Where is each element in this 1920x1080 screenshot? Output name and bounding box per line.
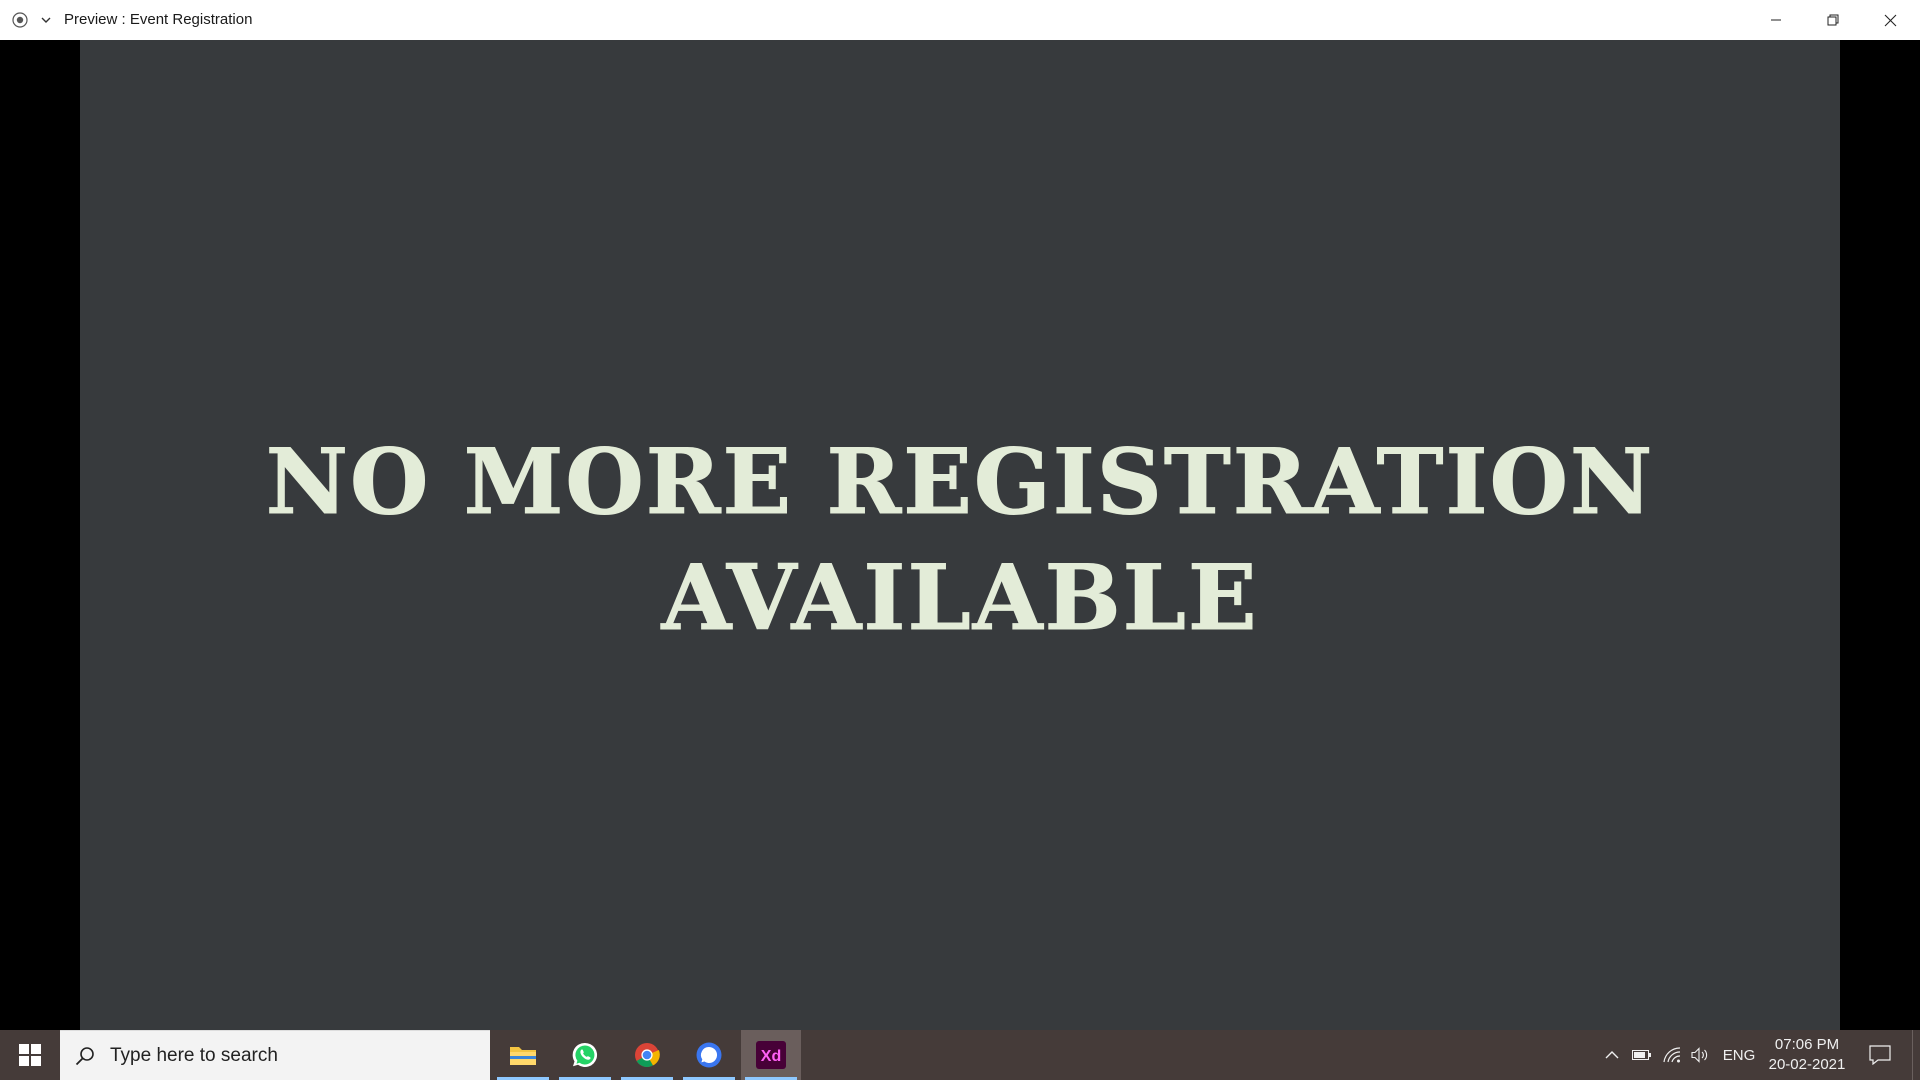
chevron-down-icon[interactable]: [38, 11, 54, 29]
battery-icon: [1632, 1050, 1651, 1060]
search-icon: [74, 1045, 96, 1067]
chrome-icon: [635, 1043, 660, 1068]
wifi-icon: [1663, 1047, 1681, 1063]
svg-text:Xd: Xd: [761, 1048, 781, 1065]
artboard: NO MORE REGISTRATION AVAILABLE: [80, 40, 1840, 1030]
restore-icon: [1827, 14, 1839, 26]
battery-status[interactable]: [1628, 1030, 1656, 1080]
show-hidden-icons-button[interactable]: [1598, 1030, 1626, 1080]
taskbar-adobe-xd[interactable]: Xd: [741, 1030, 801, 1080]
taskbar-search-box[interactable]: Type here to search: [60, 1030, 490, 1080]
preview-viewport: NO MORE REGISTRATION AVAILABLE: [0, 40, 1920, 1030]
show-desktop-button[interactable]: [1912, 1030, 1920, 1080]
registration-closed-message: NO MORE REGISTRATION AVAILABLE: [80, 424, 1840, 656]
speaker-icon: [1691, 1047, 1708, 1063]
window-title-bar: Preview : Event Registration: [0, 0, 1920, 40]
message-line-2: AVAILABLE: [661, 545, 1259, 652]
whatsapp-icon: [572, 1042, 598, 1067]
taskbar-file-explorer[interactable]: [493, 1030, 553, 1080]
record-icon[interactable]: [11, 11, 29, 29]
close-icon: [1884, 14, 1896, 26]
action-center-button[interactable]: [1858, 1030, 1902, 1080]
notification-icon: [1869, 1045, 1891, 1065]
minimize-icon: [1771, 19, 1781, 21]
taskbar-clock[interactable]: 07:06 PM 20-02-2021: [1764, 1030, 1850, 1080]
volume-control[interactable]: [1686, 1030, 1714, 1080]
start-button[interactable]: [0, 1030, 60, 1080]
clock-time: 07:06 PM: [1774, 1036, 1840, 1053]
message-line-1: NO MORE REGISTRATION: [265, 429, 1655, 536]
restore-button[interactable]: [1805, 0, 1861, 40]
chevron-up-icon: [1605, 1051, 1619, 1059]
close-button[interactable]: [1862, 0, 1918, 40]
minimize-button[interactable]: [1748, 0, 1804, 40]
file-explorer-icon: [510, 1047, 536, 1065]
windows-logo-icon: [19, 1044, 41, 1066]
input-language-indicator[interactable]: ENG: [1718, 1030, 1760, 1080]
signal-icon: [696, 1042, 722, 1068]
adobe-xd-icon: Xd: [756, 1041, 786, 1069]
window-title: Preview : Event Registration: [64, 11, 253, 28]
search-placeholder: Type here to search: [110, 1044, 278, 1066]
taskbar-whatsapp[interactable]: [555, 1030, 615, 1080]
network-status[interactable]: [1658, 1030, 1686, 1080]
taskbar: Type here to search Xd ENG 07:06 PM 20-0…: [0, 1030, 1920, 1080]
taskbar-chrome[interactable]: [617, 1030, 677, 1080]
clock-date: 20-02-2021: [1768, 1056, 1846, 1073]
taskbar-signal[interactable]: [679, 1030, 739, 1080]
